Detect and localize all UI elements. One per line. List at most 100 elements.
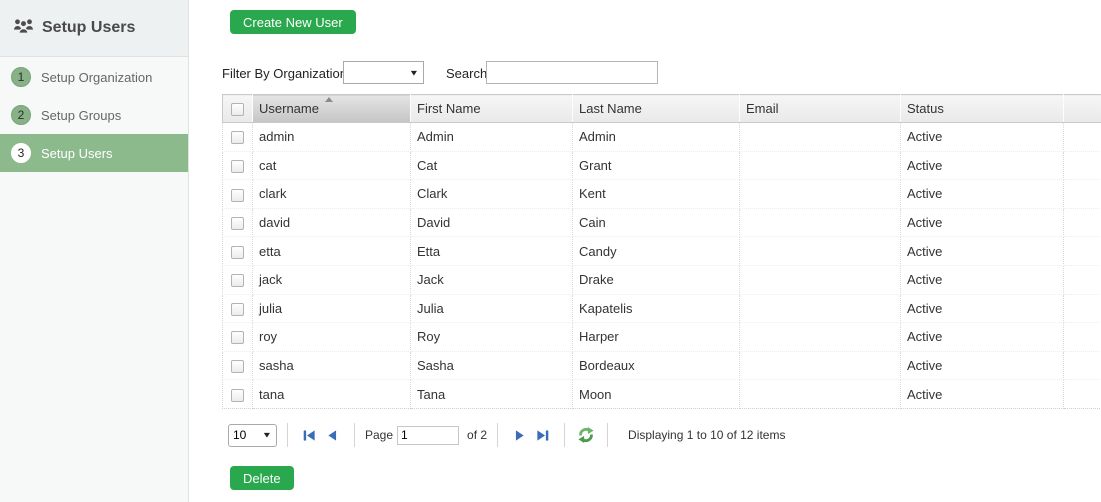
previous-page-icon[interactable] xyxy=(325,428,340,443)
column-header-last-name[interactable]: Last Name xyxy=(573,95,740,123)
sidebar-header: Setup Users xyxy=(0,0,188,57)
cell-last-name: Admin xyxy=(573,123,740,152)
cell-status: Active xyxy=(901,237,1064,266)
cell-status: Active xyxy=(901,180,1064,209)
sidebar-item-setup-users[interactable]: 3 Setup Users xyxy=(0,134,188,172)
select-all-header xyxy=(223,95,253,123)
cell-status: Active xyxy=(901,351,1064,380)
cell-spacer xyxy=(1064,351,1101,380)
total-pages-label: of 2 xyxy=(467,428,487,442)
cell-username: cat xyxy=(253,151,411,180)
cell-username: etta xyxy=(253,237,411,266)
column-header-username[interactable]: Username xyxy=(253,95,411,123)
cell-email xyxy=(740,294,901,323)
search-input[interactable] xyxy=(486,61,658,84)
last-page-icon[interactable] xyxy=(535,428,550,443)
sidebar-item-label: Setup Groups xyxy=(41,108,121,123)
delete-button[interactable]: Delete xyxy=(230,466,294,490)
column-header-status[interactable]: Status xyxy=(901,95,1064,123)
cell-first-name: Jack xyxy=(411,265,573,294)
row-checkbox[interactable] xyxy=(231,331,244,344)
page-number-input[interactable] xyxy=(397,426,459,445)
table-header-row: Username First Name Last Name Email Stat… xyxy=(223,95,1101,123)
cell-username: jack xyxy=(253,265,411,294)
cell-spacer xyxy=(1064,323,1101,352)
row-checkbox[interactable] xyxy=(231,131,244,144)
cell-last-name: Moon xyxy=(573,380,740,409)
cell-last-name: Candy xyxy=(573,237,740,266)
page-size-select[interactable]: 10 xyxy=(228,424,277,447)
cell-username: clark xyxy=(253,180,411,209)
cell-spacer xyxy=(1064,151,1101,180)
cell-status: Active xyxy=(901,123,1064,152)
cell-last-name: Grant xyxy=(573,151,740,180)
cell-first-name: Tana xyxy=(411,380,573,409)
cell-last-name: Drake xyxy=(573,265,740,294)
table-row[interactable]: cat Cat Grant Active xyxy=(223,151,1101,180)
column-header-email[interactable]: Email xyxy=(740,95,901,123)
cell-spacer xyxy=(1064,180,1101,209)
users-icon xyxy=(13,17,34,39)
select-all-checkbox[interactable] xyxy=(231,103,244,116)
step-number-badge: 1 xyxy=(11,67,31,87)
cell-first-name: Etta xyxy=(411,237,573,266)
next-page-icon[interactable] xyxy=(512,428,527,443)
step-number-badge: 2 xyxy=(11,105,31,125)
table-row[interactable]: etta Etta Candy Active xyxy=(223,237,1101,266)
pager-summary: Displaying 1 to 10 of 12 items xyxy=(628,428,785,442)
column-header-spacer xyxy=(1064,95,1101,123)
pager-separator xyxy=(354,423,355,447)
sort-asc-icon xyxy=(325,97,333,102)
table-row[interactable]: admin Admin Admin Active xyxy=(223,123,1101,152)
column-header-first-name[interactable]: First Name xyxy=(411,95,573,123)
row-checkbox[interactable] xyxy=(231,360,244,373)
pager: 10 ▼ Page of 2 Displaying 1 to 10 of 12 … xyxy=(222,420,1101,450)
pager-separator xyxy=(564,423,565,447)
cell-email xyxy=(740,151,901,180)
cell-spacer xyxy=(1064,208,1101,237)
cell-first-name: Cat xyxy=(411,151,573,180)
cell-last-name: Cain xyxy=(573,208,740,237)
cell-spacer xyxy=(1064,123,1101,152)
organization-filter-wrap: ▼ xyxy=(343,61,424,84)
cell-email xyxy=(740,237,901,266)
cell-status: Active xyxy=(901,151,1064,180)
cell-spacer xyxy=(1064,265,1101,294)
row-checkbox[interactable] xyxy=(231,217,244,230)
sidebar-item-setup-groups[interactable]: 2 Setup Groups xyxy=(0,96,188,134)
table-row[interactable]: clark Clark Kent Active xyxy=(223,180,1101,209)
cell-first-name: Roy xyxy=(411,323,573,352)
pager-separator xyxy=(607,423,608,447)
cell-first-name: Clark xyxy=(411,180,573,209)
table-row[interactable]: roy Roy Harper Active xyxy=(223,323,1101,352)
table-row[interactable]: jack Jack Drake Active xyxy=(223,265,1101,294)
cell-username: sasha xyxy=(253,351,411,380)
row-checkbox[interactable] xyxy=(231,274,244,287)
cell-last-name: Kent xyxy=(573,180,740,209)
first-page-icon[interactable] xyxy=(302,428,317,443)
row-checkbox[interactable] xyxy=(231,389,244,402)
row-checkbox[interactable] xyxy=(231,160,244,173)
row-checkbox[interactable] xyxy=(231,189,244,202)
cell-spacer xyxy=(1064,237,1101,266)
cell-last-name: Harper xyxy=(573,323,740,352)
row-checkbox[interactable] xyxy=(231,246,244,259)
sidebar-item-setup-organization[interactable]: 1 Setup Organization xyxy=(0,58,188,96)
cell-first-name: Sasha xyxy=(411,351,573,380)
pager-separator xyxy=(287,423,288,447)
cell-username: tana xyxy=(253,380,411,409)
organization-filter-select[interactable] xyxy=(343,61,424,84)
cell-username: roy xyxy=(253,323,411,352)
cell-status: Active xyxy=(901,380,1064,409)
refresh-icon[interactable] xyxy=(577,426,595,444)
table-row[interactable]: david David Cain Active xyxy=(223,208,1101,237)
table-row[interactable]: julia Julia Kapatelis Active xyxy=(223,294,1101,323)
sidebar-title: Setup Users xyxy=(42,19,135,37)
table-row[interactable]: tana Tana Moon Active xyxy=(223,380,1101,409)
table-row[interactable]: sasha Sasha Bordeaux Active xyxy=(223,351,1101,380)
cell-last-name: Kapatelis xyxy=(573,294,740,323)
setup-wizard-sidebar: Setup Users 1 Setup Organization 2 Setup… xyxy=(0,0,189,502)
cell-username: admin xyxy=(253,123,411,152)
create-new-user-button[interactable]: Create New User xyxy=(230,10,356,34)
row-checkbox[interactable] xyxy=(231,303,244,316)
